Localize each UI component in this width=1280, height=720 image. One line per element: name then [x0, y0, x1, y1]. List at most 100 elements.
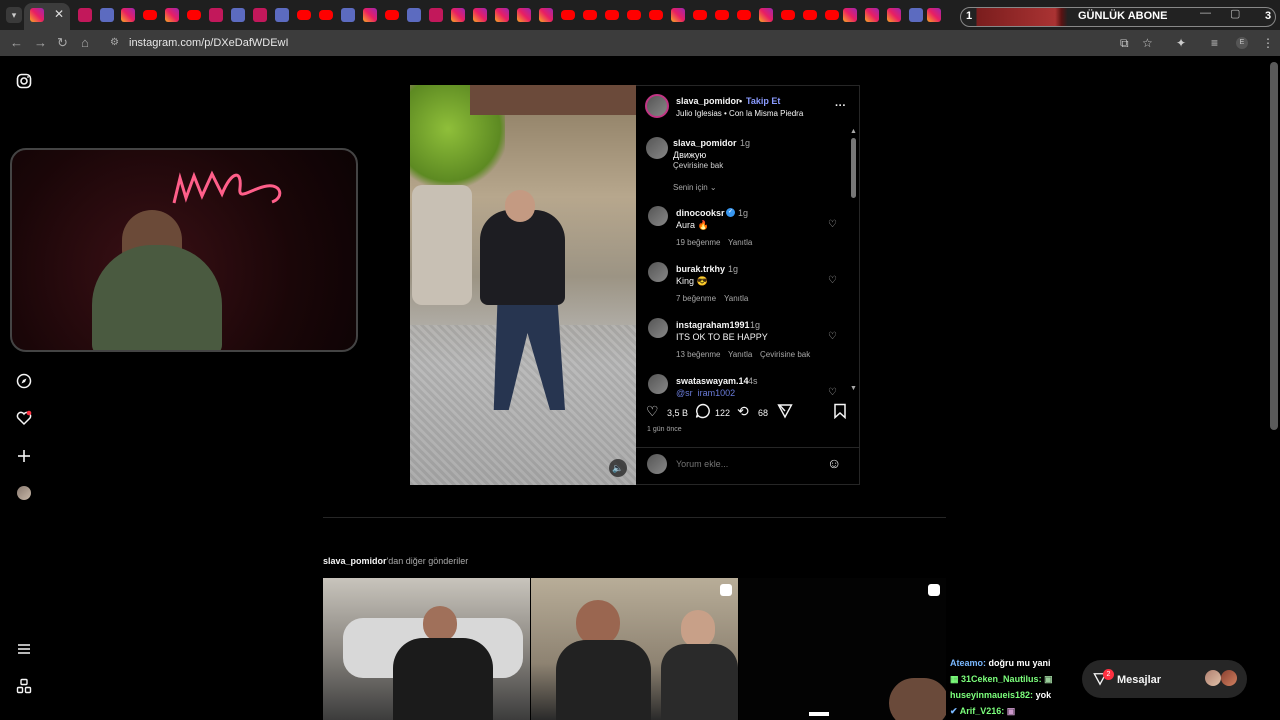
- site-info-icon[interactable]: ⚙: [110, 37, 119, 48]
- tab-favicon-icon[interactable]: [843, 8, 857, 22]
- comment-avatar[interactable]: [648, 374, 668, 394]
- messages-label[interactable]: Mesajlar: [1117, 674, 1161, 686]
- comment-translate-link[interactable]: Çevirisine bak: [760, 350, 810, 359]
- repost-count[interactable]: 68: [758, 408, 768, 418]
- comment-reply[interactable]: Yanıtla: [724, 294, 748, 303]
- more-post-thumbnail[interactable]: [739, 578, 946, 720]
- post-media[interactable]: [410, 85, 636, 485]
- tab-favicon-icon[interactable]: [605, 10, 619, 20]
- comment-reply[interactable]: Yanıtla: [728, 350, 752, 359]
- like-count[interactable]: 3,5 B: [667, 408, 688, 418]
- tab-favicon-icon[interactable]: [759, 8, 773, 22]
- tab-favicon-icon[interactable]: [737, 10, 751, 20]
- tab-favicon-icon[interactable]: [693, 10, 707, 20]
- comment-reply[interactable]: Yanıtla: [728, 238, 752, 247]
- comment-like-icon[interactable]: ♡: [828, 331, 837, 342]
- tab-favicon-icon[interactable]: [909, 8, 923, 22]
- follow-button[interactable]: Takip Et: [746, 96, 780, 106]
- page-scrollbar[interactable]: [1270, 62, 1278, 430]
- tab-favicon-icon[interactable]: [187, 10, 201, 20]
- tab-favicon-icon[interactable]: [825, 10, 839, 20]
- tab-favicon-icon[interactable]: [561, 10, 575, 20]
- caption-avatar[interactable]: [646, 137, 668, 159]
- for-you-dropdown[interactable]: Senin için ⌄: [673, 183, 717, 192]
- tab-favicon-icon[interactable]: [407, 8, 421, 22]
- explore-icon[interactable]: [16, 373, 32, 393]
- create-icon[interactable]: [16, 448, 32, 468]
- comment-username[interactable]: dinocooksr: [676, 208, 725, 218]
- reload-icon[interactable]: ↻: [57, 35, 68, 51]
- tab-search-icon[interactable]: ▾: [6, 7, 22, 23]
- mute-icon[interactable]: 🔈: [609, 459, 627, 477]
- tab-favicon-icon[interactable]: [583, 10, 597, 20]
- tab-favicon-icon[interactable]: [517, 8, 531, 22]
- home-icon[interactable]: ⌂: [81, 35, 89, 50]
- more-post-thumbnail[interactable]: [323, 578, 530, 720]
- comment-icon[interactable]: [695, 403, 711, 422]
- audio-track[interactable]: Julio Iglesias • Con la Misma Piedra: [676, 109, 803, 118]
- repost-icon[interactable]: ⟲: [737, 403, 749, 420]
- more-options-icon[interactable]: ···: [835, 100, 846, 112]
- tab-favicon-icon[interactable]: [100, 8, 114, 22]
- caption-translate-link[interactable]: Çevirisine bak: [673, 161, 723, 170]
- tab-favicon-icon[interactable]: [803, 10, 817, 20]
- heart-icon[interactable]: [16, 410, 32, 430]
- tab-favicon-icon[interactable]: [781, 10, 795, 20]
- browser-menu-icon[interactable]: ⋮: [1262, 36, 1274, 50]
- tab-favicon-icon[interactable]: [143, 10, 157, 20]
- tab-favicon-icon[interactable]: [78, 8, 92, 22]
- comments-scrollbar[interactable]: [851, 138, 856, 198]
- tab-favicon-icon[interactable]: [297, 10, 311, 20]
- tab-favicon-icon[interactable]: [275, 8, 289, 22]
- tab-favicon-icon[interactable]: [231, 8, 245, 22]
- tab-favicon-icon[interactable]: [865, 8, 879, 22]
- extensions-icon[interactable]: ✦: [1176, 36, 1186, 50]
- tab-favicon-icon[interactable]: [209, 8, 223, 22]
- share-icon[interactable]: [777, 403, 793, 422]
- comment-likes[interactable]: 19 beğenme: [676, 238, 720, 247]
- tab-favicon-icon[interactable]: [429, 8, 443, 22]
- tab-favicon-icon[interactable]: [319, 10, 333, 20]
- tab-favicon-icon[interactable]: [341, 8, 355, 22]
- minimize-icon[interactable]: —: [1200, 7, 1211, 19]
- more-post-thumbnail[interactable]: [531, 578, 738, 720]
- tab-favicon-icon[interactable]: [473, 8, 487, 22]
- tab-favicon-icon[interactable]: [715, 10, 729, 20]
- tab-favicon-icon[interactable]: [385, 10, 399, 20]
- comment-like-icon[interactable]: ♡: [828, 219, 837, 230]
- tab-favicon-icon[interactable]: [121, 8, 135, 22]
- url-text[interactable]: instagram.com/p/DXeDafWDEwI: [129, 37, 289, 49]
- bookmark-star-icon[interactable]: ☆: [1142, 36, 1153, 50]
- scroll-up-icon[interactable]: ▲: [850, 128, 857, 135]
- comment-avatar[interactable]: [648, 262, 668, 282]
- author-username[interactable]: slava_pomidor: [676, 96, 740, 106]
- back-icon[interactable]: ←: [10, 35, 23, 50]
- tab-favicon-icon[interactable]: [671, 8, 685, 22]
- install-icon[interactable]: ⧉: [1120, 36, 1129, 51]
- instagram-icon[interactable]: [16, 73, 32, 93]
- tab-favicon-icon[interactable]: [887, 8, 901, 22]
- tab-favicon-icon[interactable]: [649, 10, 663, 20]
- tab-favicon-icon[interactable]: [927, 8, 941, 22]
- threads-icon[interactable]: [16, 678, 32, 698]
- comment-likes[interactable]: 13 beğenme: [676, 350, 720, 359]
- forward-icon[interactable]: →: [34, 35, 47, 50]
- comment-avatar[interactable]: [648, 318, 668, 338]
- scroll-down-icon[interactable]: ▼: [850, 385, 857, 392]
- tab-favicon-icon[interactable]: [165, 8, 179, 22]
- comment-username[interactable]: burak.trkhy: [676, 264, 725, 274]
- comment-username[interactable]: instagraham1991: [676, 320, 750, 330]
- comment-like-icon[interactable]: ♡: [828, 387, 837, 398]
- comment-avatar[interactable]: [648, 206, 668, 226]
- tab-close-icon[interactable]: ✕: [54, 7, 64, 21]
- emoji-icon[interactable]: ☺: [827, 455, 841, 471]
- comment-likes[interactable]: 7 beğenme: [676, 294, 716, 303]
- tab-favicon-icon[interactable]: [363, 8, 377, 22]
- profile-avatar-icon[interactable]: E: [1236, 37, 1248, 49]
- comment-count[interactable]: 122: [715, 408, 730, 418]
- menu-icon[interactable]: [16, 641, 32, 661]
- caption-username[interactable]: slava_pomidor: [673, 138, 737, 148]
- author-avatar[interactable]: [645, 94, 669, 118]
- comment-username[interactable]: swataswayam.14: [676, 376, 749, 386]
- tab-favicon-icon[interactable]: [253, 8, 267, 22]
